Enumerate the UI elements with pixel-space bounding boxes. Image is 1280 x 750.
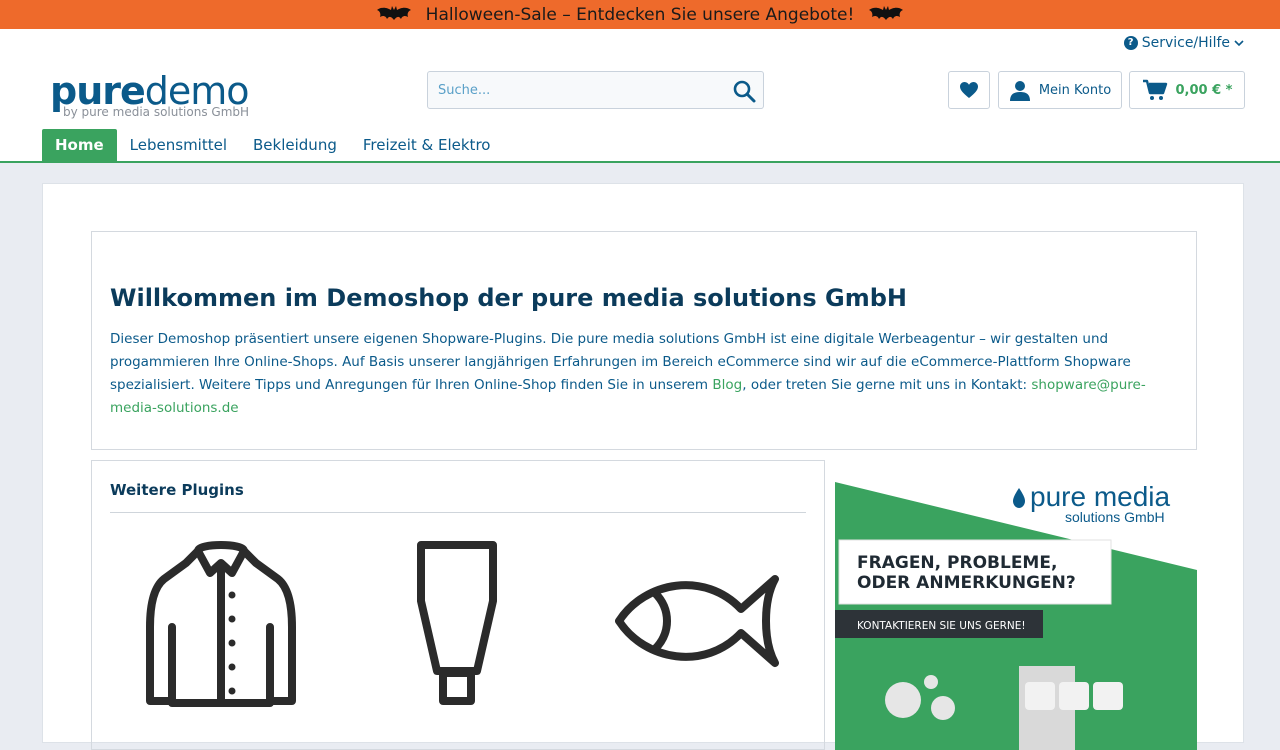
plugins-box: Weitere Plugins [91,460,825,750]
logo-tagline: by pure media solutions GmbH [63,105,250,119]
cart-button[interactable]: 0,00 € * [1129,71,1245,109]
bat-icon [869,5,904,20]
banner-graphic: pure media solutions GmbH FRAGEN, PROBLE… [835,481,1197,750]
help-icon: ? [1123,36,1138,50]
banner-headline-line1: FRAGEN, PROBLEME, [857,553,1057,573]
nav-item-home[interactable]: Home [42,129,117,162]
site-header: ? Service/Hilfe puredemo by pure media s… [0,29,1280,163]
welcome-text-part2: , oder treten Sie gerne mit uns in Konta… [742,377,1032,393]
bat-icon [376,5,411,20]
heart-icon [960,82,978,98]
welcome-box: Willkommen im Demoshop der pure media so… [91,231,1197,450]
search-icon[interactable] [731,78,757,104]
contact-banner[interactable]: pure media solutions GmbH FRAGEN, PROBLE… [835,460,1197,750]
wishlist-button[interactable] [948,71,990,109]
search-input[interactable] [428,72,718,108]
search-box [427,71,764,109]
nav-item-freizeit-elektro[interactable]: Freizeit & Elektro [350,129,504,162]
account-label: Mein Konto [1038,82,1112,98]
chevron-down-icon [1234,40,1244,47]
jacket-icon[interactable] [146,541,296,711]
nav-item-lebensmittel[interactable]: Lebensmittel [117,129,240,162]
welcome-heading: Willkommen im Demoshop der pure media so… [110,284,907,312]
logo[interactable]: puredemo by pure media solutions GmbH [50,69,250,119]
banner-cta: KONTAKTIEREN SIE UNS GERNE! [857,620,1026,632]
blog-link[interactable]: Blog [712,377,742,393]
promo-text: Halloween-Sale – Entdecken Sie unsere An… [425,4,855,25]
account-button[interactable]: Mein Konto [998,71,1122,109]
banner-brand-line2: solutions GmbH [1065,509,1165,525]
welcome-text: Dieser Demoshop präsentiert unsere eigen… [110,328,1170,420]
service-label: Service/Hilfe [1141,35,1230,51]
tube-icon[interactable] [415,541,499,711]
service-menu[interactable]: ? Service/Hilfe [1123,35,1244,51]
promo-bar[interactable]: Halloween-Sale – Entdecken Sie unsere An… [0,0,1280,29]
banner-headline-line2: ODER ANMERKUNGEN? [857,573,1076,593]
banner-brand-line1: pure media [1030,481,1171,512]
plugins-divider [110,512,806,513]
main-content: Willkommen im Demoshop der pure media so… [42,183,1244,750]
user-icon [1009,81,1030,101]
nav-item-bekleidung[interactable]: Bekleidung [240,129,350,162]
fish-icon[interactable] [615,571,781,671]
main-navigation: Home Lebensmittel Bekleidung Freizeit & … [42,129,503,162]
cart-total: 0,00 € * [1175,82,1233,98]
plugins-title: Weitere Plugins [110,481,244,499]
cart-icon [1142,79,1167,100]
